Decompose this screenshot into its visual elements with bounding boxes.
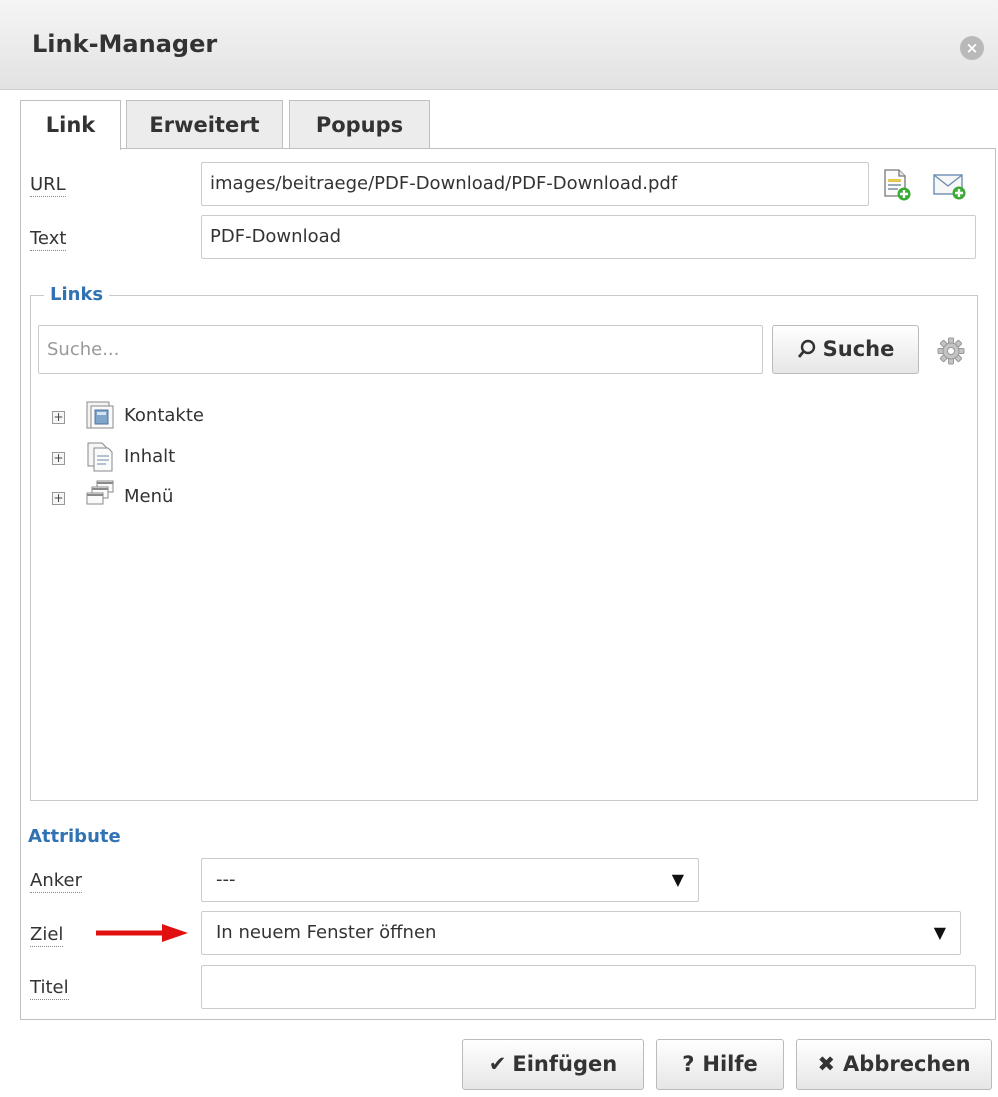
target-select[interactable]: In neuem Fenster öffnen ▼ [201,911,961,955]
close-icon[interactable]: × [960,36,984,60]
url-label: URL [30,174,66,197]
search-placeholder: Suche... [47,339,120,360]
help-button-label: Hilfe [702,1052,758,1076]
search-input[interactable]: Suche... [38,325,763,374]
attributes-title: Attribute [28,826,121,847]
dialog-titlebar: Link-Manager × [0,0,998,90]
help-button[interactable]: ? Hilfe [656,1039,784,1090]
email-add-icon[interactable] [932,171,968,201]
close-x-icon: ✖ [817,1052,836,1076]
question-icon: ? [682,1052,695,1076]
expand-icon[interactable]: + [52,492,65,505]
url-input[interactable]: images/beitraege/PDF-Download/PDF-Downlo… [201,162,869,206]
file-add-icon[interactable] [882,168,912,202]
cancel-button-label: Abbrechen [843,1052,971,1076]
dialog-title: Link-Manager [32,30,218,58]
insert-button-label: Einfügen [512,1052,618,1076]
expand-icon[interactable]: + [52,452,65,465]
anchor-value: --- [216,869,236,890]
chevron-down-icon: ▼ [933,923,946,942]
tree-label[interactable]: Menü [124,486,173,507]
anchor-select[interactable]: --- ▼ [201,858,699,902]
articles-icon [84,440,116,476]
tab-popups[interactable]: Popups [289,100,430,149]
target-value: In neuem Fenster öffnen [216,922,437,943]
cancel-button[interactable]: ✖ Abbrechen [796,1039,992,1090]
links-legend: Links [44,284,110,305]
text-input[interactable]: PDF-Download [201,215,976,259]
search-button[interactable]: Suche [772,325,919,374]
search-button-label: Suche [822,337,895,361]
magnifier-icon [797,329,817,376]
contacts-icon [84,399,116,435]
gear-icon[interactable] [937,337,965,365]
target-label: Ziel [30,924,64,947]
title-label: Titel [30,977,69,1000]
checkmark-icon: ✔ [488,1052,507,1076]
anchor-label: Anker [30,870,82,893]
text-label: Text [30,228,67,251]
insert-button[interactable]: ✔ Einfügen [462,1039,644,1090]
title-input[interactable] [201,965,976,1009]
tab-erweitert[interactable]: Erweitert [126,100,283,149]
expand-icon[interactable]: + [52,411,65,424]
red-arrow-annotation [96,922,192,944]
tree-label[interactable]: Inhalt [124,446,175,467]
tab-link[interactable]: Link [20,100,121,150]
chevron-down-icon: ▼ [671,870,684,889]
tree-label[interactable]: Kontakte [124,405,204,426]
menu-icon [84,479,116,515]
